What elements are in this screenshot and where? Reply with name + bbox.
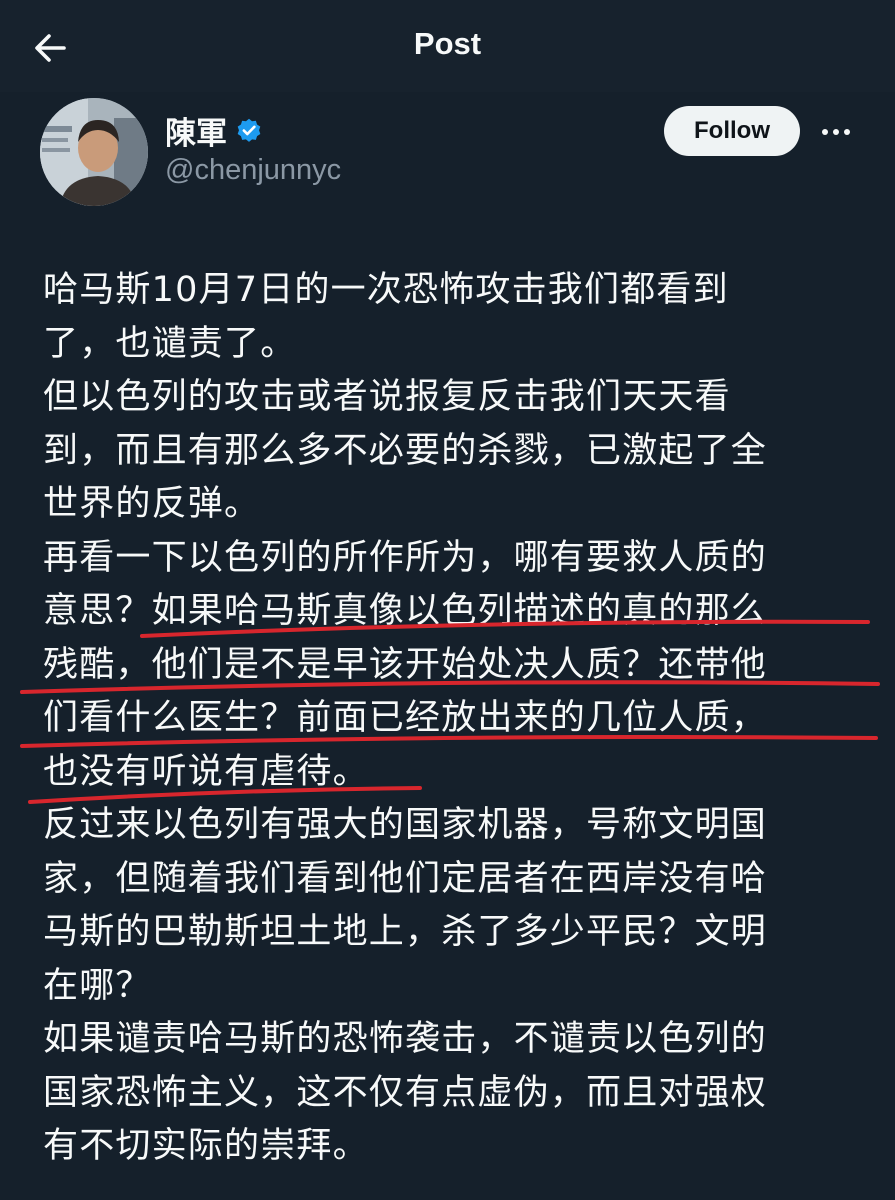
post-text-line: 了，也谴责了。 xyxy=(43,323,297,364)
post-text-line: 们看什么医生？前面已经放出来的几位人质， xyxy=(43,698,768,738)
post-text-line: 家，但随着我们看到他们定居者在西岸没有哈 xyxy=(43,858,768,899)
post-text-line: 反过来以色列有强大的国家机器，号称文明国 xyxy=(43,805,768,845)
post-text-line: 哈马斯10月7日的一次恐怖攻击我们都看到 xyxy=(43,270,729,310)
author-handle[interactable]: @chenjunnyc xyxy=(165,154,341,187)
more-dot xyxy=(822,129,828,135)
post-text-line: 意思？如果哈马斯真像以色列描述的真的那么 xyxy=(43,591,768,631)
post-text-line: 如果谴责哈马斯的恐怖袭击，不谴责以色列的 xyxy=(43,1019,768,1059)
avatar-photo xyxy=(40,98,148,206)
post-text-line: 也没有听说有虐待。 xyxy=(43,751,369,792)
post-text-line: 马斯的巴勒斯坦土地上，杀了多少平民？文明 xyxy=(43,912,768,952)
author-name-row: 陳軍 xyxy=(165,108,263,153)
more-options-icon[interactable] xyxy=(812,112,860,152)
top-bar: Post xyxy=(0,0,895,92)
post-text-line: 再看一下以色列的所作所为，哪有要救人质的 xyxy=(43,537,768,578)
verified-badge-icon xyxy=(235,117,263,145)
more-dot xyxy=(833,129,839,135)
follow-button[interactable]: Follow xyxy=(664,106,800,156)
post-text-line: 世界的反弹。 xyxy=(43,484,261,524)
post-text-line: 到，而且有那么多不必要的杀戮，已激起了全 xyxy=(43,430,768,471)
post-text-line: 残酷，他们是不是早该开始处决人质？还带他 xyxy=(43,644,768,685)
author-display-name[interactable]: 陳軍 xyxy=(165,108,227,153)
post-text-line: 但以色列的攻击或者说报复反击我们天天看 xyxy=(43,377,731,417)
more-dot xyxy=(844,129,850,135)
post-text: 哈马斯10月7日的一次恐怖攻击我们都看到 了，也谴责了。 但以色列的攻击或者说报… xyxy=(43,264,863,1174)
author-avatar[interactable] xyxy=(40,98,148,206)
post-text-line: 在哪？ xyxy=(43,965,152,1006)
post-text-line: 有不切实际的崇拜。 xyxy=(43,1126,369,1166)
page-title: Post xyxy=(413,26,482,61)
post-text-line: 国家恐怖主义，这不仅有点虚伪，而且对强权 xyxy=(43,1072,768,1113)
